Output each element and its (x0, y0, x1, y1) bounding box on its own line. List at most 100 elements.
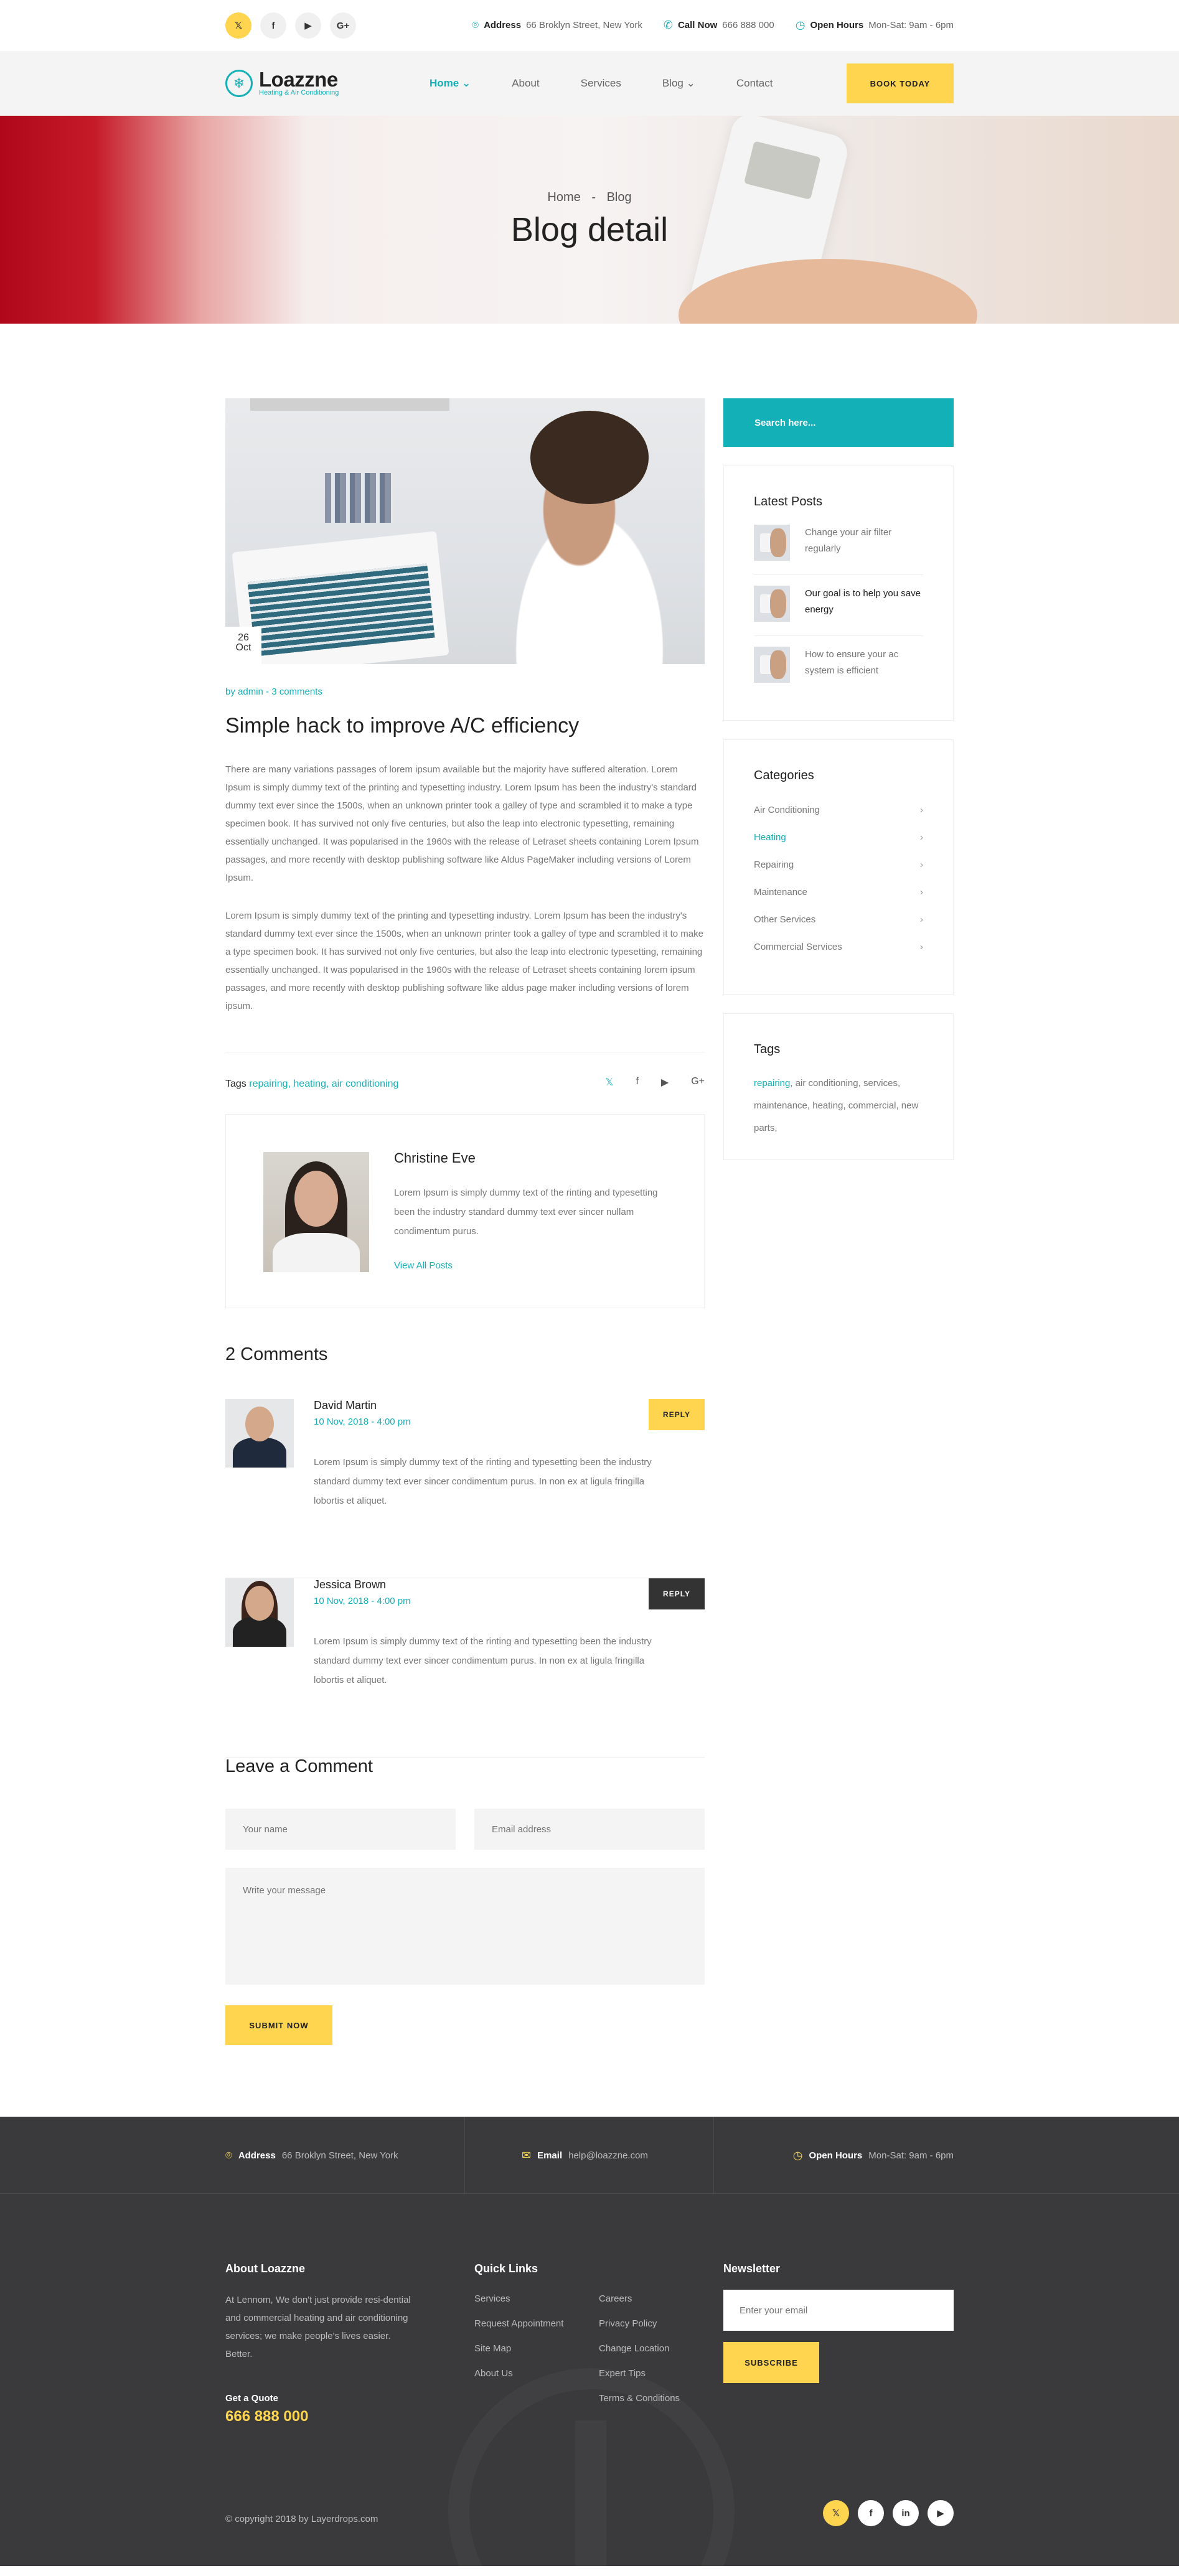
tags-label: Tags (225, 1079, 247, 1089)
latest-post-item[interactable]: Our goal is to help you save energy (754, 586, 928, 630)
nav-about[interactable]: About (512, 77, 539, 90)
chevron-right-icon: › (920, 914, 923, 925)
footer-link[interactable]: Change Location (599, 2343, 669, 2354)
top-bar: 𝕏 f ▶ G+ ⌾ Address 66 Broklyn Street, Ne… (0, 0, 1179, 51)
author-box: Christine Eve Lorem Ipsum is simply dumm… (225, 1114, 705, 1308)
subscribe-button[interactable]: SUBSCRIBE (723, 2342, 819, 2383)
footer-link[interactable]: Terms & Conditions (599, 2393, 680, 2404)
facebook-icon[interactable]: f (636, 1076, 638, 1089)
twitter-icon[interactable]: 𝕏 (823, 2500, 849, 2526)
footer-social-links: 𝕏 f in ▶ (823, 2500, 954, 2526)
address-label: Address (484, 20, 522, 30)
youtube-icon[interactable]: ▶ (928, 2500, 954, 2526)
footer-contact-bar: ⌾ Address 66 Broklyn Street, New York ✉ … (0, 2117, 1179, 2194)
watermark-logo-icon (448, 2368, 735, 2566)
linkedin-icon[interactable]: in (893, 2500, 919, 2526)
leave-comment-title: Leave a Comment (225, 1756, 373, 1776)
page-title: Blog detail (510, 211, 669, 248)
nav-services[interactable]: Services (581, 77, 621, 90)
tags-widget: Tags repairing, air conditioning, servic… (723, 1013, 954, 1160)
google-plus-icon[interactable]: G+ (330, 12, 356, 39)
book-today-button[interactable]: BOOK TODAY (847, 63, 954, 103)
post-thumbnail (754, 647, 790, 683)
tag-cloud[interactable]: repairing, air conditioning, services, m… (754, 1072, 928, 1140)
envelope-icon: ✉ (522, 2148, 532, 2161)
footer-email-value[interactable]: help@loazzne.com (568, 2150, 648, 2161)
google-plus-icon[interactable]: G+ (691, 1076, 705, 1089)
message-field[interactable] (225, 1868, 705, 1985)
tags-list[interactable]: repairing, heating, air conditioning (249, 1079, 398, 1089)
latest-post-item[interactable]: How to ensure your ac system is efficien… (754, 647, 928, 691)
post-meta[interactable]: by admin - 3 comments (225, 686, 322, 697)
footer-email: ✉ Email help@loazzne.com (522, 2117, 648, 2194)
clock-icon: ◷ (795, 19, 806, 31)
post-title: Simple hack to improve A/C efficiency (225, 714, 580, 738)
category-item[interactable]: Commercial Services › (754, 942, 923, 952)
facebook-icon[interactable]: f (858, 2500, 884, 2526)
logo[interactable]: ❄ Loazzne Heating & Air Conditioning (225, 69, 339, 97)
address-info: ⌾ Address 66 Broklyn Street, New York (472, 19, 642, 32)
category-item[interactable]: Air Conditioning › (754, 805, 923, 815)
breadcrumb-current: Blog (606, 190, 632, 204)
newsletter-email-input[interactable] (723, 2290, 954, 2331)
nav-blog[interactable]: Blog ⌄ (662, 77, 695, 90)
call-value[interactable]: 666 888 000 (722, 20, 774, 30)
chevron-down-icon: ⌄ (686, 77, 695, 89)
post-day: 26 (238, 632, 249, 643)
footer-link[interactable]: About Us (474, 2368, 513, 2379)
chevron-right-icon: › (920, 859, 923, 870)
footer-address-label: Address (238, 2150, 276, 2161)
email-field[interactable] (474, 1809, 705, 1850)
footer-link[interactable]: Expert Tips (599, 2368, 646, 2379)
footer-link[interactable]: Site Map (474, 2343, 511, 2354)
post-featured-image (225, 398, 705, 664)
chevron-right-icon: › (920, 887, 923, 897)
footer-email-label: Email (537, 2150, 563, 2161)
nav-home[interactable]: Home ⌄ (430, 77, 471, 90)
comment-text: Lorem Ipsum is simply dummy text of the … (314, 1636, 652, 1685)
youtube-icon[interactable]: ▶ (661, 1076, 669, 1089)
content-area: 26 Oct by admin - 3 comments Simple hack… (0, 324, 1179, 2117)
avatar (225, 1578, 294, 1647)
latest-post-title: How to ensure your ac system is efficien… (805, 649, 899, 676)
nav-contact[interactable]: Contact (736, 77, 773, 90)
youtube-icon[interactable]: ▶ (295, 12, 321, 39)
footer-link[interactable]: Services (474, 2293, 510, 2304)
name-field[interactable] (225, 1809, 456, 1850)
view-all-posts-link[interactable]: View All Posts (394, 1260, 453, 1271)
post-thumbnail (754, 586, 790, 622)
reply-button[interactable]: REPLY (649, 1399, 705, 1430)
call-info: ✆ Call Now 666 888 000 (664, 19, 774, 32)
category-item[interactable]: Repairing › (754, 859, 923, 870)
comment-item: David Martin 10 Nov, 2018 - 4:00 pm Lore… (225, 1399, 705, 1578)
comment-item: Jessica Brown 10 Nov, 2018 - 4:00 pm Lor… (225, 1578, 705, 1758)
tag-active[interactable]: repairing (754, 1078, 790, 1089)
twitter-icon[interactable]: 𝕏 (606, 1076, 614, 1089)
footer-hours: ◷ Open Hours Mon-Sat: 9am - 6pm (793, 2117, 954, 2194)
twitter-icon[interactable]: 𝕏 (225, 12, 251, 39)
latest-post-title: Change your air filter regularly (805, 527, 892, 554)
category-item[interactable]: Heating › (754, 832, 923, 843)
footer-hours-value: Mon-Sat: 9am - 6pm (868, 2150, 954, 2161)
snowflake-logo-icon: ❄ (225, 70, 253, 97)
comment-date: 10 Nov, 2018 - 4:00 pm (314, 1596, 411, 1606)
reply-button[interactable]: REPLY (649, 1578, 705, 1609)
categories-widget: Categories Air Conditioning › Heating › Re… (723, 739, 954, 995)
category-item[interactable]: Other Services › (754, 914, 923, 925)
footer-link[interactable]: Privacy Policy (599, 2318, 657, 2329)
search-input[interactable]: Search here... (723, 398, 954, 447)
quote-number[interactable]: 666 888 000 (225, 2408, 308, 2425)
footer-link[interactable]: Request Appointment (474, 2318, 563, 2329)
chevron-right-icon: › (920, 805, 923, 815)
author-name: Christine Eve (394, 1150, 476, 1166)
comment-author: Jessica Brown (314, 1578, 387, 1591)
latest-post-item[interactable]: Change your air filter regularly (754, 525, 928, 569)
footer-link[interactable]: Careers (599, 2293, 632, 2304)
category-item[interactable]: Maintenance › (754, 887, 923, 897)
post-paragraph: Lorem Ipsum is simply dummy text of the … (225, 911, 703, 1011)
breadcrumb-separator: - (591, 190, 596, 204)
breadcrumb-home[interactable]: Home (547, 190, 580, 204)
facebook-icon[interactable]: f (260, 12, 286, 39)
submit-button[interactable]: SUBMIT NOW (225, 2005, 332, 2045)
widget-title: Latest Posts (754, 495, 823, 508)
